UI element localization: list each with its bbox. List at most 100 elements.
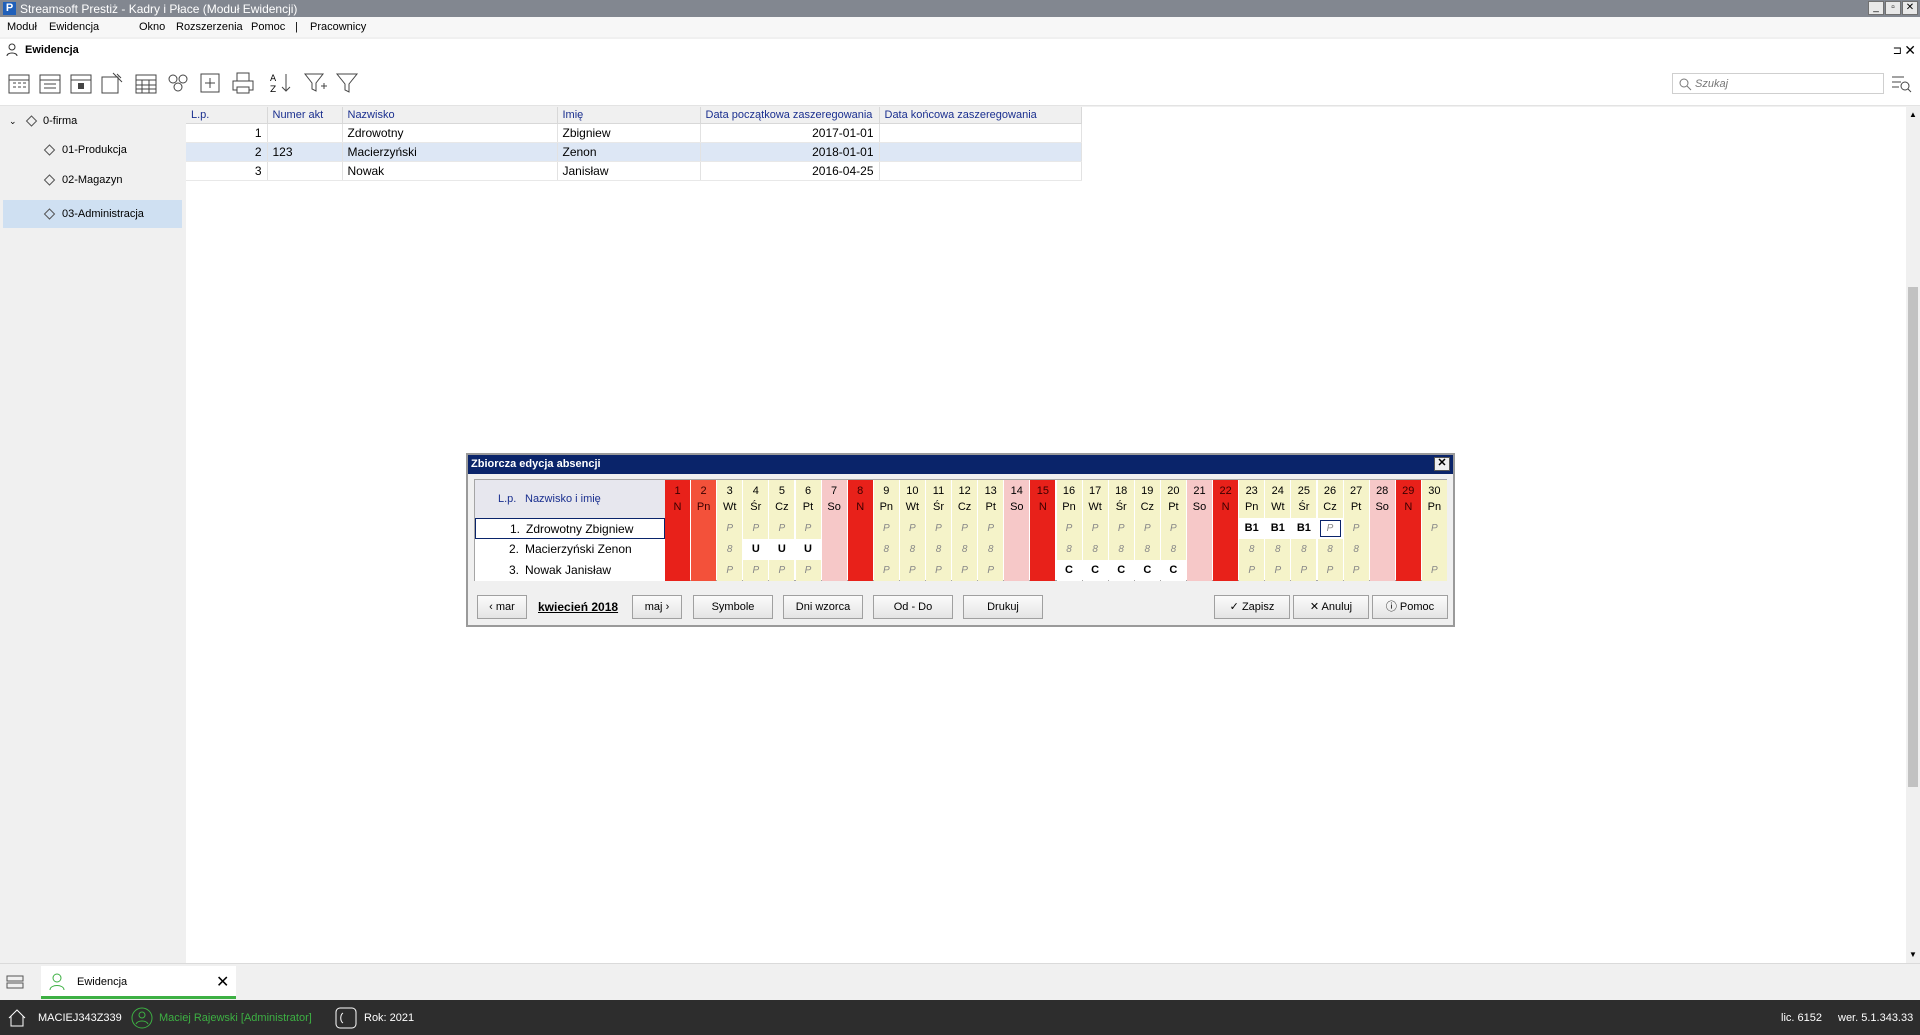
menu-okno[interactable]: Okno	[139, 21, 165, 33]
absence-cell[interactable]: P	[899, 518, 925, 539]
calendar-row-name[interactable]: 1. Zdrowotny Zbigniew	[475, 518, 665, 539]
absence-cell[interactable]: 8	[1108, 539, 1134, 560]
day-header[interactable]: 1N	[665, 480, 690, 518]
column-header-nazwisko[interactable]: Nazwisko	[342, 107, 558, 124]
absence-cell[interactable]: P	[1108, 518, 1134, 539]
absence-cell[interactable]: P	[1265, 560, 1291, 581]
absence-cell[interactable]	[1187, 518, 1212, 539]
absence-cell[interactable]	[1004, 560, 1030, 581]
menu-modul[interactable]: Moduł	[7, 21, 37, 33]
absence-cell[interactable]: P	[1421, 560, 1447, 581]
day-header[interactable]: 27 Pt	[1343, 480, 1369, 518]
absence-cell[interactable]: 8	[899, 539, 925, 560]
column-header-lp[interactable]: L.p.	[186, 107, 268, 124]
absence-cell[interactable]	[1421, 539, 1447, 560]
od-do-button[interactable]: Od - Do	[873, 595, 953, 619]
home-icon[interactable]	[7, 1008, 27, 1028]
next-month-button[interactable]: maj ›	[632, 595, 682, 619]
absence-cell[interactable]	[665, 518, 690, 539]
absence-cell[interactable]: 8	[1317, 539, 1343, 560]
absence-cell[interactable]	[1030, 560, 1056, 581]
absence-cell[interactable]	[847, 560, 873, 581]
day-header[interactable]: 12 Cz	[952, 480, 978, 518]
absence-cell[interactable]: P	[1343, 560, 1369, 581]
calendar-row-name[interactable]: 3. Nowak Janisław	[475, 560, 665, 581]
printer-icon[interactable]	[230, 70, 256, 96]
day-header[interactable]: 7 So	[821, 480, 847, 518]
tab-ewidencja[interactable]: Ewidencja ✕	[41, 966, 236, 999]
absence-cell[interactable]: P	[899, 560, 925, 581]
absence-cell[interactable]: 8	[1291, 539, 1317, 560]
pin-icon[interactable]: ⊐	[1893, 44, 1902, 57]
day-header[interactable]: 9 Pn	[873, 480, 899, 518]
drukuj-button[interactable]: Drukuj	[963, 595, 1043, 619]
calendar-tools-icon[interactable]	[99, 70, 125, 96]
dni-wzorca-button[interactable]: Dni wzorca	[783, 595, 863, 619]
absence-cell[interactable]	[691, 560, 717, 581]
absence-cell[interactable]: P	[769, 560, 795, 581]
absence-cell[interactable]: 8	[873, 539, 899, 560]
layout-icon[interactable]	[6, 974, 24, 990]
calendar-grid-icon[interactable]	[133, 70, 159, 96]
group-icon[interactable]	[165, 70, 191, 96]
day-header[interactable]: 18 Śr	[1108, 480, 1134, 518]
absence-cell[interactable]: P	[1134, 518, 1160, 539]
absence-cell[interactable]: C	[1056, 560, 1082, 581]
column-header-data-poczatkowa[interactable]: Data początkowa zaszeregowania	[700, 107, 880, 124]
filter-icon[interactable]	[334, 70, 360, 96]
absence-cell[interactable]: P	[795, 518, 821, 539]
tree-item-magazyn[interactable]: 02-Magazyn	[0, 166, 184, 194]
calendar-edit-icon[interactable]	[37, 70, 63, 96]
absence-cell[interactable]	[1030, 539, 1056, 560]
absence-cell[interactable]: P	[1160, 518, 1186, 539]
absence-cell[interactable]: U	[795, 539, 821, 560]
absence-cell[interactable]: B1	[1239, 518, 1265, 539]
absence-cell[interactable]: P	[1056, 518, 1082, 539]
day-header[interactable]: 17 Wt	[1082, 480, 1108, 518]
absence-cell[interactable]	[847, 539, 873, 560]
absence-cell[interactable]: 8	[1134, 539, 1160, 560]
absence-cell[interactable]: C	[1160, 560, 1186, 581]
restore-button[interactable]: ▫	[1885, 1, 1901, 15]
day-header[interactable]: 11 Śr	[926, 480, 951, 518]
absence-cell[interactable]: P	[795, 560, 821, 581]
calendar-row-name[interactable]: 2. Macierzyński Zenon	[475, 539, 665, 560]
absence-cell[interactable]: P	[978, 560, 1004, 581]
absence-cell[interactable]: U	[769, 539, 795, 560]
absence-cell[interactable]	[1369, 539, 1395, 560]
absence-cell[interactable]: P	[873, 518, 899, 539]
absence-cell[interactable]	[847, 518, 873, 539]
absence-cell[interactable]	[691, 539, 717, 560]
menu-ewidencja[interactable]: Ewidencja	[49, 21, 99, 33]
absence-cell[interactable]	[665, 539, 690, 560]
tab-close-button[interactable]: ✕	[216, 972, 229, 992]
absence-cell[interactable]: U	[743, 539, 769, 560]
close-document-button[interactable]: ✕	[1904, 42, 1916, 59]
day-header[interactable]: 19 Cz	[1134, 480, 1160, 518]
day-header[interactable]: 22 N	[1213, 480, 1239, 518]
sort-az-icon[interactable]: AZ	[268, 70, 294, 96]
absence-cell[interactable]: P	[926, 518, 951, 539]
absence-cell[interactable]: 8	[1082, 539, 1108, 560]
day-header[interactable]: 26 Cz	[1317, 480, 1343, 518]
absence-cell[interactable]: B1	[1265, 518, 1291, 539]
close-window-button[interactable]: ✕	[1902, 1, 1918, 15]
vertical-scrollbar[interactable]: ▲ ▼	[1906, 107, 1920, 963]
minimize-button[interactable]: _	[1868, 1, 1884, 15]
tree-item-produkcja[interactable]: 01-Produkcja	[0, 136, 184, 164]
absence-cell[interactable]: P	[873, 560, 899, 581]
day-header[interactable]: 24 Wt	[1265, 480, 1291, 518]
scroll-down-icon[interactable]: ▼	[1908, 950, 1918, 960]
absence-cell[interactable]: C	[1082, 560, 1108, 581]
absence-cell[interactable]: P	[769, 518, 795, 539]
column-header-imie[interactable]: Imię	[557, 107, 701, 124]
absence-cell[interactable]: 8	[717, 539, 743, 560]
absence-cell[interactable]: C	[1134, 560, 1160, 581]
user-icon[interactable]	[131, 1007, 153, 1029]
absence-cell[interactable]	[821, 560, 847, 581]
absence-cell[interactable]: 8	[952, 539, 978, 560]
absence-cell[interactable]	[1187, 560, 1212, 581]
absence-cell[interactable]	[1004, 518, 1030, 539]
table-row[interactable]: 1 Zdrowotny Zbigniew 2017-01-01	[186, 123, 1082, 143]
absence-cell[interactable]: 8	[1265, 539, 1291, 560]
